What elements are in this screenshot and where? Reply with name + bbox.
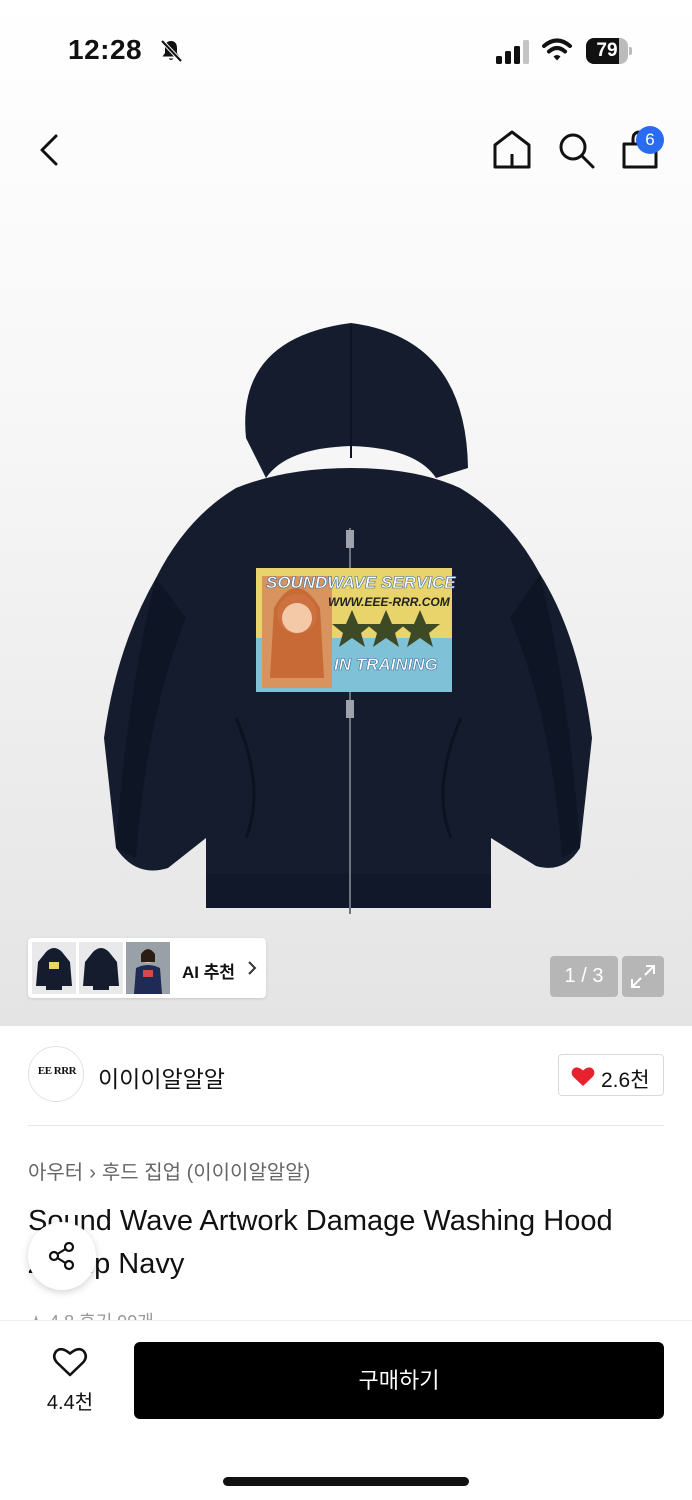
thumbnail-model[interactable] (126, 942, 170, 994)
heart-outline-icon[interactable] (52, 1346, 88, 1378)
print-line-2: WWW.EEE-RRR.COM (328, 595, 451, 609)
chevron-right-icon (248, 961, 257, 975)
breadcrumb-subcategory[interactable]: 후드 집업 (이이이알알알) (102, 1162, 310, 1184)
buy-button[interactable]: 구매하기 (134, 1342, 664, 1419)
brand-logo[interactable]: EE RRR (28, 1046, 84, 1102)
section-divider (28, 1125, 664, 1126)
status-time: 12:28 (68, 34, 143, 65)
wifi-icon (542, 38, 572, 61)
share-button[interactable] (28, 1222, 96, 1290)
battery-level: 79 (596, 40, 618, 61)
cellular-signal-icon (496, 40, 529, 64)
product-title: Sound Wave Artwork Damage Washing Hood Z… (28, 1205, 613, 1280)
wish-count: 4.4천 (46, 1392, 94, 1414)
home-indicator[interactable] (223, 1477, 469, 1486)
bell-off-icon (160, 39, 183, 63)
print-line-1: SOUNDWAVE SERVICE (266, 573, 456, 592)
expand-button[interactable] (622, 956, 664, 997)
brand-like-button[interactable]: 2.6천 (558, 1054, 664, 1096)
breadcrumb-category[interactable]: 아우터 (28, 1162, 83, 1184)
thumbnail-hoodie-front[interactable] (32, 942, 76, 994)
expand-icon (631, 965, 655, 988)
share-icon (48, 1241, 75, 1271)
search-icon[interactable] (556, 130, 596, 170)
print-line-3: IN TRAINING (334, 655, 438, 674)
heart-filled-icon (571, 1067, 595, 1086)
thumbnail-hoodie-back[interactable] (79, 942, 123, 994)
home-icon[interactable] (492, 128, 532, 170)
ai-recommend-strip[interactable]: AI 추천 (28, 938, 266, 998)
brand-name[interactable]: 이이이알알알 (98, 1060, 225, 1094)
product-image[interactable]: SOUNDWAVE SERVICE WWW.EEE-RRR.COM IN TRA… (96, 318, 600, 922)
ai-recommend-label[interactable]: AI 추천 (182, 958, 235, 983)
chevron-right-icon: › (89, 1162, 96, 1184)
battery-indicator: 79 (586, 38, 632, 64)
cart-count-badge: 6 (636, 126, 664, 154)
image-page-indicator: 1 / 3 (550, 956, 618, 997)
breadcrumb: 아우터 › 후드 집업 (이이이알알알) (28, 1156, 310, 1185)
brand-like-count: 2.6천 (601, 1069, 650, 1092)
back-button[interactable] (34, 130, 66, 170)
brand-logo-text: EE RRR (37, 1065, 77, 1077)
